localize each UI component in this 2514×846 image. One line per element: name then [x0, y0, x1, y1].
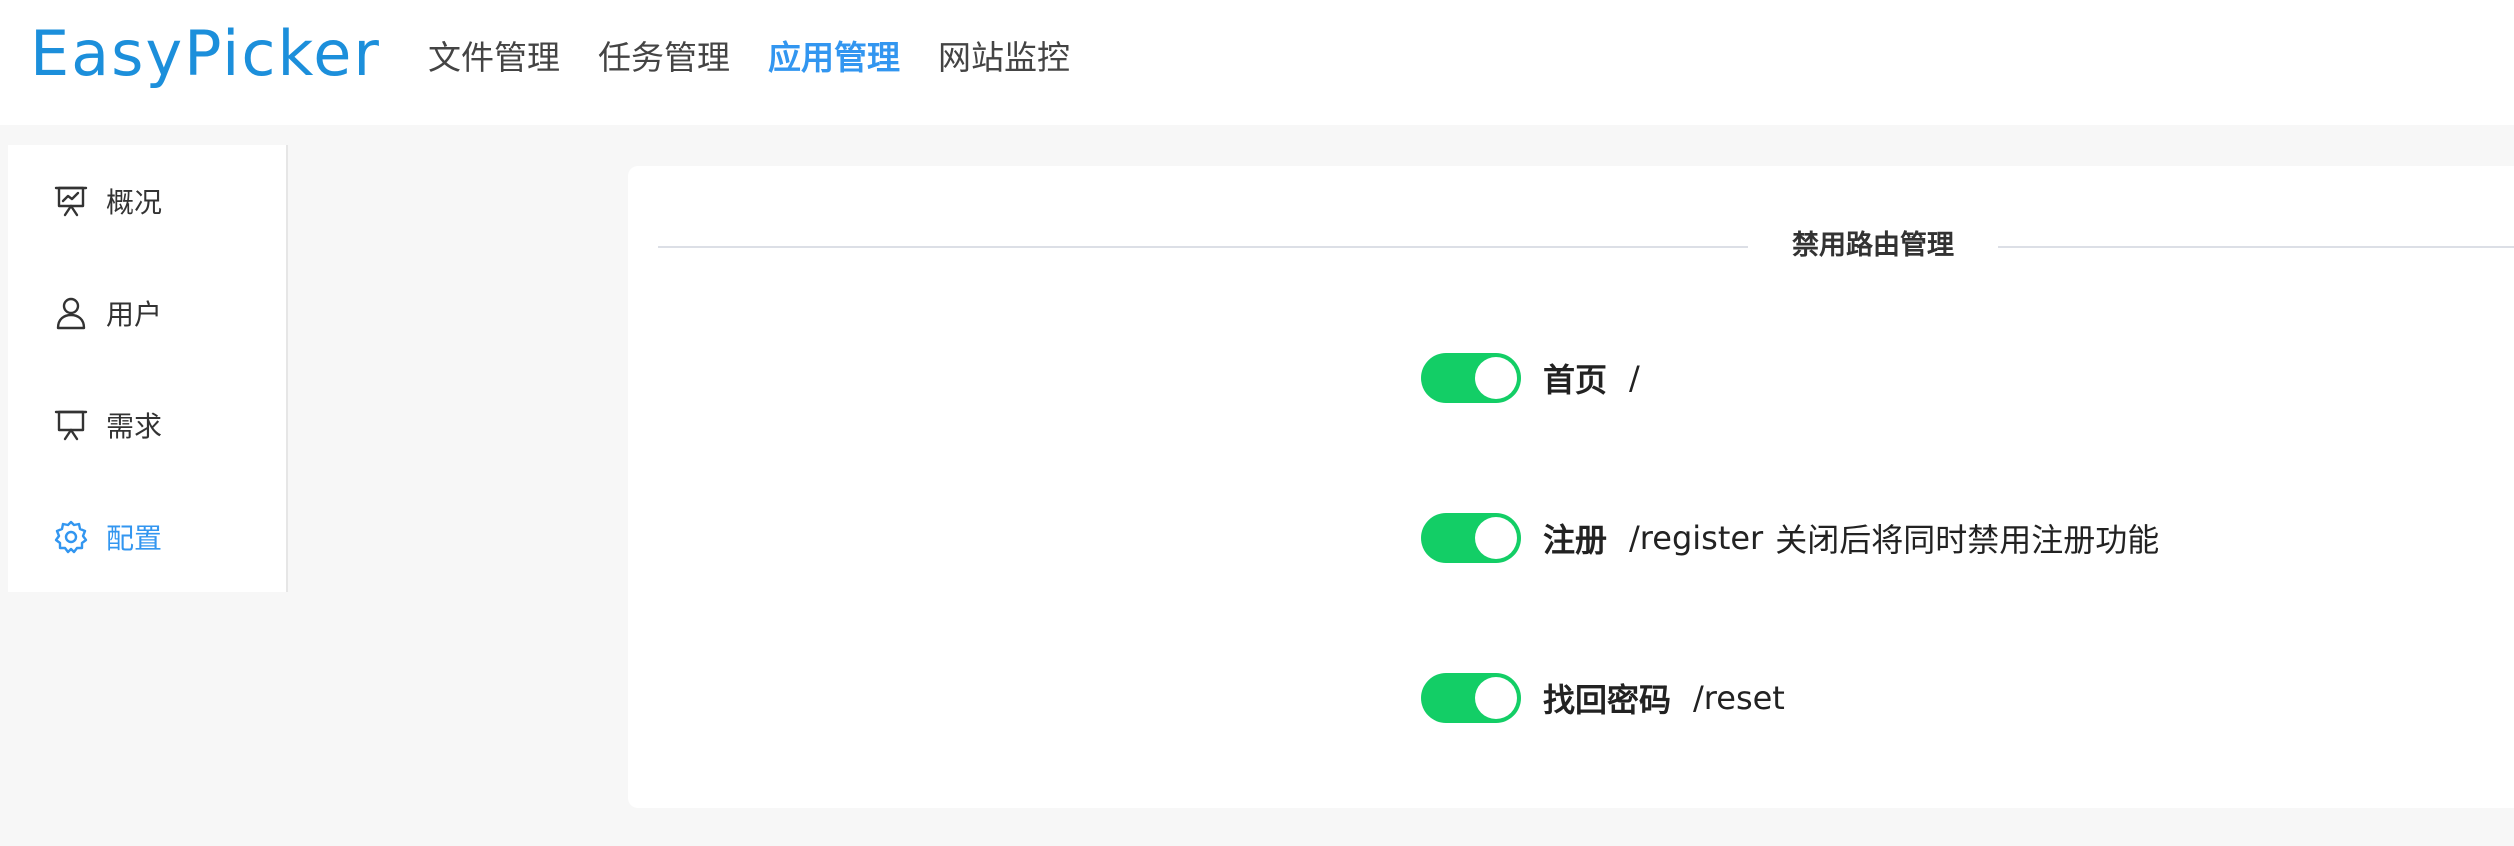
sidebar-item-overview[interactable]: 概况	[8, 145, 286, 257]
presentation-board-icon	[54, 410, 88, 441]
sidebar-item-label: 需求	[106, 410, 163, 443]
route-row-reset: 找回密码 /reset	[1421, 673, 1785, 723]
route-name: 首页	[1543, 361, 1608, 399]
sidebar-item-requirements[interactable]: 需求	[8, 369, 286, 481]
sidebar-item-users[interactable]: 用户	[8, 257, 286, 369]
user-icon	[56, 297, 86, 330]
sidebar-item-settings[interactable]: 配置	[8, 481, 286, 593]
route-toggle-switch[interactable]	[1421, 513, 1521, 563]
nav-item-app-management[interactable]: 应用管理	[768, 30, 900, 86]
route-path: /	[1629, 359, 1640, 397]
sidebar-item-label: 配置	[106, 522, 163, 555]
route-row-home: 首页 /	[1421, 353, 1640, 403]
section-title: 禁用路由管理	[1748, 224, 1998, 268]
section-divider	[658, 246, 2514, 248]
route-toggle-switch[interactable]	[1421, 673, 1521, 723]
route-row-register: 注册 /register 关闭后将同时禁用注册功能	[1421, 513, 2159, 563]
presentation-chart-icon	[54, 186, 88, 217]
switch-knob	[1475, 517, 1517, 559]
nav-item-site-monitor[interactable]: 网站监控	[938, 30, 1070, 86]
route-path: /reset	[1693, 679, 1785, 717]
sidebar-item-label: 用户	[106, 298, 163, 331]
app-logo[interactable]: EasyPicker	[30, 18, 381, 90]
nav-item-task-management[interactable]: 任务管理	[598, 30, 730, 86]
sidebar: 概况 用户 需求 配置	[8, 145, 288, 592]
switch-knob	[1475, 677, 1517, 719]
gear-icon	[54, 520, 88, 554]
top-nav: 文件管理 任务管理 应用管理 网站监控	[428, 30, 1108, 86]
route-toggle-switch[interactable]	[1421, 353, 1521, 403]
sidebar-item-label: 概况	[106, 186, 163, 219]
nav-item-file-management[interactable]: 文件管理	[428, 30, 560, 86]
top-header: EasyPicker 文件管理 任务管理 应用管理 网站监控	[0, 0, 2514, 125]
route-name: 注册	[1543, 521, 1608, 559]
route-config-card: 禁用路由管理 首页 / 注册 /register 关闭后将同时禁用注册功能 找回…	[628, 166, 2514, 808]
switch-knob	[1475, 357, 1517, 399]
route-path: /register	[1629, 519, 1764, 557]
route-name: 找回密码	[1543, 681, 1672, 719]
route-note: 关闭后将同时禁用注册功能	[1775, 521, 2160, 559]
